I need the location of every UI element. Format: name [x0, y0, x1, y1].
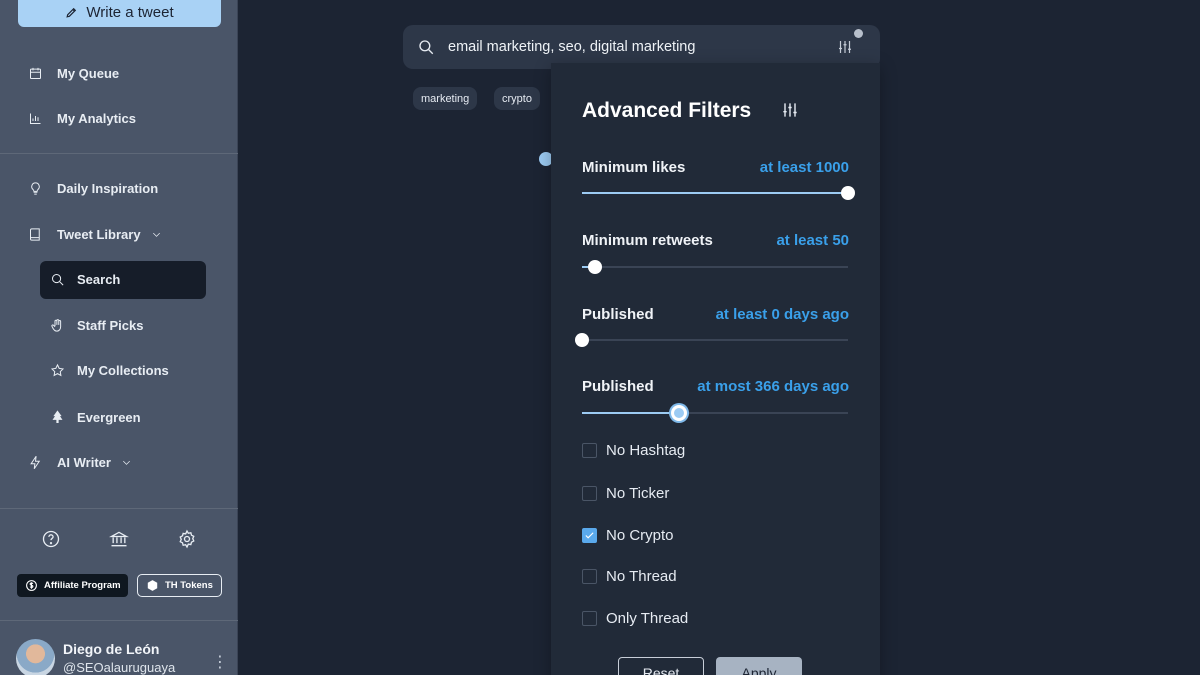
- checkbox-label: No Thread: [606, 568, 677, 585]
- min-likes-value: at least 1000: [759, 159, 849, 176]
- slider-thumb[interactable]: [588, 260, 603, 274]
- checkbox[interactable]: [582, 528, 597, 543]
- search-icon: [52, 273, 64, 285]
- min-retweets-slider[interactable]: [582, 260, 848, 274]
- sidebar-item-label: Daily Inspiration: [57, 180, 159, 196]
- no-ticker-checkbox-row[interactable]: No Ticker: [582, 485, 669, 502]
- check-icon: [585, 532, 594, 539]
- sidebar-divider: [0, 153, 238, 154]
- sidebar-item-evergreen[interactable]: Evergreen: [50, 405, 141, 429]
- checkbox[interactable]: [582, 611, 597, 626]
- sidebar-item-my-collections[interactable]: My Collections: [50, 358, 169, 382]
- slider-fill: [582, 412, 680, 414]
- sidebar-divider: [0, 508, 238, 509]
- pencil-icon: [66, 7, 77, 18]
- sidebar-item-label: My Collections: [77, 362, 169, 378]
- no-crypto-checkbox-row[interactable]: No Crypto: [582, 527, 674, 544]
- more-options-icon[interactable]: ⋮: [212, 652, 228, 672]
- slider-thumb[interactable]: [575, 333, 589, 347]
- sidebar-item-label: My Queue: [57, 65, 120, 81]
- slider-fill: [582, 192, 848, 194]
- published-min-label: Published: [582, 306, 654, 323]
- no-hashtag-checkbox-row[interactable]: No Hashtag: [582, 442, 685, 459]
- sidebar-item-label: Tweet Library: [57, 226, 141, 242]
- notification-dot: [854, 29, 863, 38]
- min-retweets-label: Minimum retweets: [582, 232, 713, 249]
- published-max-slider[interactable]: [582, 405, 848, 421]
- keyword-chip[interactable]: marketing: [413, 87, 478, 110]
- sidebar-item-my-analytics[interactable]: My Analytics: [28, 106, 136, 130]
- calendar-icon: [30, 67, 41, 79]
- reset-button[interactable]: Reset: [618, 657, 704, 675]
- sidebar-item-ai-writer[interactable]: AI Writer: [28, 450, 132, 474]
- bar-chart-icon: [30, 113, 41, 124]
- published-min-value: at least 0 days ago: [715, 306, 849, 323]
- sidebar-item-my-queue[interactable]: My Queue: [28, 61, 119, 85]
- avatar[interactable]: [16, 639, 55, 675]
- sidebar-divider: [0, 620, 238, 621]
- star-icon: [50, 363, 65, 376]
- min-retweets-value: at least 50: [776, 232, 849, 249]
- lightbulb-icon: [31, 181, 40, 195]
- affiliate-program-button[interactable]: Affiliate Program: [17, 574, 128, 597]
- published-min-slider[interactable]: [575, 333, 848, 347]
- gear-icon[interactable]: [177, 529, 197, 549]
- published-max-value: at most 366 days ago: [697, 378, 849, 395]
- write-tweet-button[interactable]: Write a tweet: [18, 0, 221, 27]
- sidebar-item-staff-picks[interactable]: Staff Picks: [50, 313, 143, 337]
- sidebar-item-daily-inspiration[interactable]: Daily Inspiration: [28, 176, 158, 200]
- checkbox-label: No Crypto: [606, 527, 674, 544]
- sidebar-item-tweet-library[interactable]: Tweet Library: [28, 222, 162, 246]
- lightning-icon: [30, 455, 41, 469]
- book-icon: [30, 227, 40, 241]
- sidebar-item-label: Evergreen: [77, 409, 141, 425]
- checkbox[interactable]: [582, 569, 597, 584]
- hexagon-icon: [147, 580, 158, 591]
- slider-thumb[interactable]: [841, 186, 855, 200]
- bank-icon[interactable]: [108, 529, 130, 549]
- checkbox-label: Only Thread: [606, 610, 689, 627]
- hand-icon: [51, 318, 62, 332]
- keyword-chip[interactable]: crypto: [494, 87, 540, 110]
- tree-icon: [52, 409, 63, 423]
- only-thread-checkbox-row[interactable]: Only Thread: [582, 610, 688, 627]
- checkbox[interactable]: [582, 486, 597, 501]
- write-tweet-label: Write a tweet: [86, 4, 174, 21]
- published-max-label: Published: [582, 378, 654, 395]
- slider-thumb[interactable]: [671, 405, 688, 421]
- checkbox[interactable]: [582, 443, 597, 458]
- search-input[interactable]: [448, 39, 818, 55]
- min-likes-label: Minimum likes: [582, 159, 686, 176]
- apply-button[interactable]: Apply: [716, 657, 802, 675]
- min-likes-slider[interactable]: [582, 186, 855, 200]
- panel-title: Advanced Filters: [582, 99, 752, 122]
- chevron-down-icon: [122, 460, 130, 465]
- sidebar: Write a tweet My Queue My Analytics Dail…: [0, 0, 238, 675]
- user-handle: @SEOalauruguaya: [63, 660, 176, 675]
- sidebar-item-label: My Analytics: [57, 110, 136, 126]
- sidebar-item-search[interactable]: Search: [50, 267, 120, 291]
- no-thread-checkbox-row[interactable]: No Thread: [582, 568, 677, 585]
- sidebar-item-label: AI Writer: [57, 454, 111, 470]
- user-name: Diego de León: [63, 641, 160, 657]
- filter-sliders-icon: [783, 103, 797, 117]
- checkbox-label: No Hashtag: [606, 442, 686, 459]
- sidebar-item-label: Staff Picks: [77, 317, 144, 333]
- th-tokens-button[interactable]: TH Tokens: [137, 574, 222, 597]
- chevron-down-icon: [152, 232, 160, 237]
- dollar-coin-icon: [26, 580, 37, 591]
- advanced-filters-panel: Advanced Filters Minimum likes at least …: [551, 63, 880, 675]
- th-tokens-label: TH Tokens: [165, 580, 213, 591]
- search-icon: [419, 40, 434, 55]
- help-icon[interactable]: [41, 529, 61, 549]
- checkbox-label: No Ticker: [606, 485, 670, 502]
- filter-sliders-icon[interactable]: [836, 38, 854, 56]
- sidebar-item-label: Search: [77, 271, 121, 287]
- affiliate-program-label: Affiliate Program: [44, 580, 121, 591]
